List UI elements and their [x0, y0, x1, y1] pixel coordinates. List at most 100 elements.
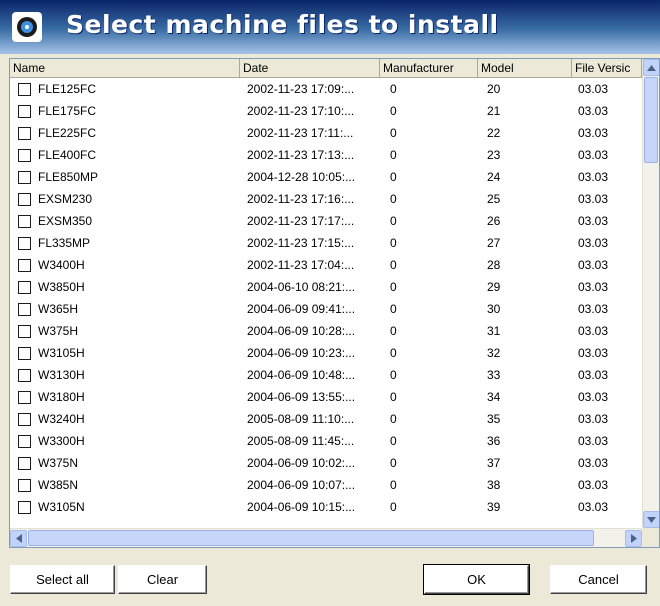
- horizontal-scrollbar[interactable]: [10, 528, 642, 547]
- cell-name: W375N: [38, 456, 79, 470]
- clear-button[interactable]: Clear: [118, 565, 207, 594]
- cell-manufacturer: 0: [390, 324, 397, 338]
- cell-file-version: 03.03: [578, 280, 609, 294]
- cell-name: FL335MP: [38, 236, 91, 250]
- cell-model: 30: [487, 302, 501, 316]
- cell-file-version: 03.03: [578, 346, 609, 360]
- scroll-left-button[interactable]: [10, 530, 27, 547]
- table-row[interactable]: EXSM350 2002-11-23 17:17:... 0 26 03.03: [10, 210, 642, 232]
- cell-name: W3240H: [38, 412, 85, 426]
- row-checkbox[interactable]: [18, 171, 31, 184]
- row-checkbox[interactable]: [18, 369, 31, 382]
- cell-date: 2002-11-23 17:13:...: [247, 148, 355, 162]
- table-row[interactable]: W3300H 2005-08-09 11:45:... 0 36 03.03: [10, 430, 642, 452]
- arrow-right-icon: [630, 534, 637, 543]
- cell-model: 33: [487, 368, 501, 382]
- cell-date: 2002-11-23 17:04:...: [247, 258, 355, 272]
- horizontal-scroll-thumb[interactable]: [28, 530, 594, 546]
- cell-name: FLE225FC: [38, 126, 97, 140]
- row-checkbox[interactable]: [18, 149, 31, 162]
- table-row[interactable]: FL335MP 2002-11-23 17:15:... 0 27 03.03: [10, 232, 642, 254]
- cell-name: W3105H: [38, 346, 85, 360]
- cell-model: 24: [487, 170, 501, 184]
- column-header-name[interactable]: Name: [10, 59, 240, 78]
- table-row[interactable]: W3130H 2004-06-09 10:48:... 0 33 03.03: [10, 364, 642, 386]
- table-row[interactable]: W3400H 2002-11-23 17:04:... 0 28 03.03: [10, 254, 642, 276]
- column-header-manufacturer[interactable]: Manufacturer: [380, 59, 478, 78]
- cell-model: 31: [487, 324, 501, 338]
- vertical-scrollbar[interactable]: [642, 59, 659, 528]
- cell-name: EXSM350: [38, 214, 93, 228]
- cell-name: EXSM230: [38, 192, 93, 206]
- row-checkbox[interactable]: [18, 237, 31, 250]
- row-checkbox[interactable]: [18, 193, 31, 206]
- row-checkbox[interactable]: [18, 83, 31, 96]
- cell-name: FLE400FC: [38, 148, 97, 162]
- table-row[interactable]: FLE225FC 2002-11-23 17:11:... 0 22 03.03: [10, 122, 642, 144]
- disc-icon: [12, 12, 42, 42]
- ok-button[interactable]: OK: [423, 564, 530, 595]
- cell-file-version: 03.03: [578, 236, 609, 250]
- cell-manufacturer: 0: [390, 104, 397, 118]
- cancel-button[interactable]: Cancel: [550, 565, 647, 594]
- table-row[interactable]: W385N 2004-06-09 10:07:... 0 38 03.03: [10, 474, 642, 496]
- scroll-right-button[interactable]: [625, 530, 642, 547]
- table-row[interactable]: W365H 2004-06-09 09:41:... 0 30 03.03: [10, 298, 642, 320]
- row-checkbox[interactable]: [18, 457, 31, 470]
- vertical-scroll-thumb[interactable]: [644, 77, 658, 163]
- cell-file-version: 03.03: [578, 214, 609, 228]
- cell-date: 2004-06-10 08:21:...: [247, 280, 356, 294]
- table-row[interactable]: W375H 2004-06-09 10:28:... 0 31 03.03: [10, 320, 642, 342]
- cell-model: 37: [487, 456, 501, 470]
- cell-model: 26: [487, 214, 501, 228]
- table-row[interactable]: FLE400FC 2002-11-23 17:13:... 0 23 03.03: [10, 144, 642, 166]
- table-row[interactable]: W375N 2004-06-09 10:02:... 0 37 03.03: [10, 452, 642, 474]
- cell-date: 2004-12-28 10:05:...: [247, 170, 356, 184]
- column-header-model[interactable]: Model: [478, 59, 572, 78]
- row-checkbox[interactable]: [18, 325, 31, 338]
- cell-file-version: 03.03: [578, 324, 609, 338]
- cell-manufacturer: 0: [390, 192, 397, 206]
- cell-model: 20: [487, 82, 501, 96]
- column-header-file-version[interactable]: File Versic: [572, 59, 642, 78]
- table-row[interactable]: W3850H 2004-06-10 08:21:... 0 29 03.03: [10, 276, 642, 298]
- table-row[interactable]: W3105H 2004-06-09 10:23:... 0 32 03.03: [10, 342, 642, 364]
- cell-file-version: 03.03: [578, 478, 609, 492]
- row-checkbox[interactable]: [18, 347, 31, 360]
- cell-date: 2002-11-23 17:15:...: [247, 236, 355, 250]
- cell-date: 2002-11-23 17:10:...: [247, 104, 355, 118]
- row-checkbox[interactable]: [18, 215, 31, 228]
- table-row[interactable]: FLE175FC 2002-11-23 17:10:... 0 21 03.03: [10, 100, 642, 122]
- cell-date: 2002-11-23 17:17:...: [247, 214, 355, 228]
- table-row[interactable]: EXSM230 2002-11-23 17:16:... 0 25 03.03: [10, 188, 642, 210]
- machine-file-list[interactable]: Name Date Manufacturer Model File Versic…: [9, 58, 660, 548]
- cell-manufacturer: 0: [390, 170, 397, 184]
- row-checkbox[interactable]: [18, 501, 31, 514]
- row-checkbox[interactable]: [18, 391, 31, 404]
- table-row[interactable]: W3105N 2004-06-09 10:15:... 0 39 03.03: [10, 496, 642, 518]
- table-row[interactable]: W3240H 2005-08-09 11:10:... 0 35 03.03: [10, 408, 642, 430]
- arrow-left-icon: [15, 534, 22, 543]
- row-checkbox[interactable]: [18, 435, 31, 448]
- row-checkbox[interactable]: [18, 413, 31, 426]
- row-checkbox[interactable]: [18, 127, 31, 140]
- scroll-up-button[interactable]: [643, 59, 659, 76]
- cell-file-version: 03.03: [578, 434, 609, 448]
- table-row[interactable]: FLE850MP 2004-12-28 10:05:... 0 24 03.03: [10, 166, 642, 188]
- cell-manufacturer: 0: [390, 82, 397, 96]
- cell-name: W3400H: [38, 258, 85, 272]
- row-checkbox[interactable]: [18, 105, 31, 118]
- row-checkbox[interactable]: [18, 281, 31, 294]
- row-checkbox[interactable]: [18, 259, 31, 272]
- table-row[interactable]: W3180H 2004-06-09 13:55:... 0 34 03.03: [10, 386, 642, 408]
- cell-date: 2004-06-09 09:41:...: [247, 302, 356, 316]
- row-checkbox[interactable]: [18, 479, 31, 492]
- cell-model: 29: [487, 280, 501, 294]
- select-all-button[interactable]: Select all: [10, 565, 115, 594]
- cell-file-version: 03.03: [578, 170, 609, 184]
- column-header-date[interactable]: Date: [240, 59, 380, 78]
- scroll-down-button[interactable]: [643, 511, 659, 528]
- table-row[interactable]: FLE125FC 2002-11-23 17:09:... 0 20 03.03: [10, 78, 642, 100]
- row-checkbox[interactable]: [18, 303, 31, 316]
- cell-name: W3180H: [38, 390, 85, 404]
